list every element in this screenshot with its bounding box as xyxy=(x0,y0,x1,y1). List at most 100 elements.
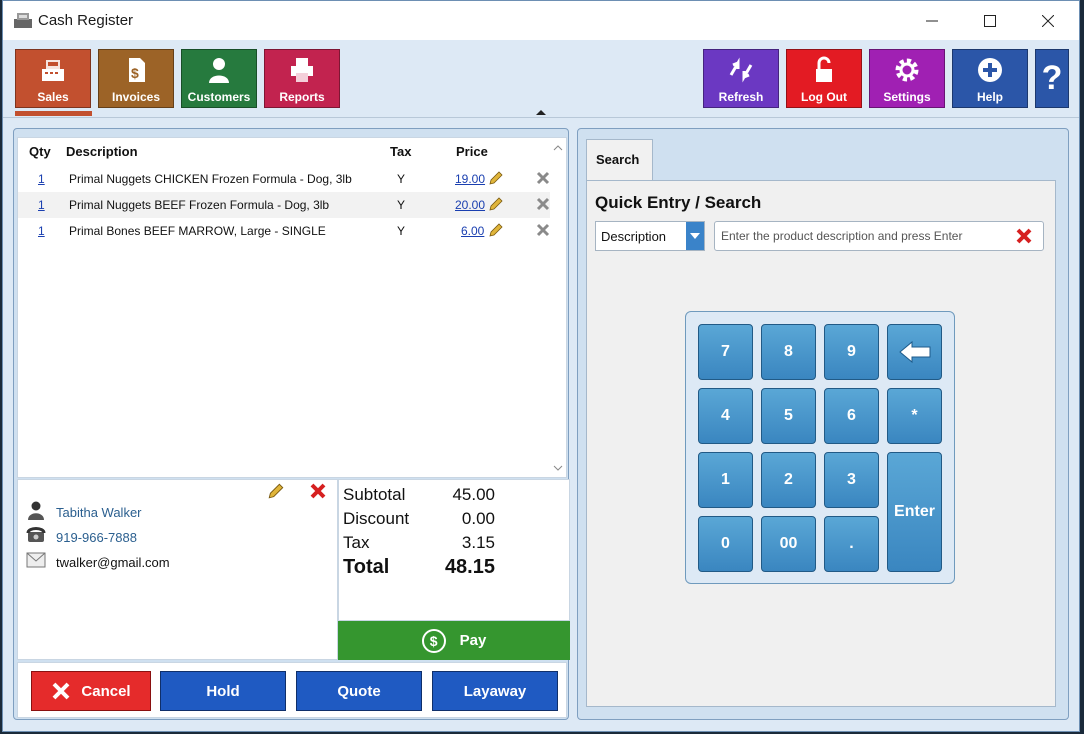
about-question-button[interactable]: ? xyxy=(1035,49,1069,108)
customer-phone[interactable]: 919-966-7888 xyxy=(56,530,137,545)
active-tab-indicator xyxy=(15,111,92,116)
edit-pencil-icon[interactable] xyxy=(488,222,504,238)
line-item-qty[interactable]: 1 xyxy=(38,198,45,212)
invoice-icon: $ xyxy=(129,58,145,82)
line-item-description: Primal Nuggets BEEF Frozen Formula - Dog… xyxy=(69,198,330,212)
backspace-key[interactable] xyxy=(887,324,942,380)
search-panel: Search Quick Entry / Search Description … xyxy=(577,128,1069,720)
refresh-label: Refresh xyxy=(718,90,764,104)
customers-button[interactable]: Customers xyxy=(181,49,257,108)
search-body: Quick Entry / Search Description 7 8 9 4 xyxy=(586,180,1056,707)
key-decimal[interactable]: . xyxy=(824,516,879,572)
price-header: Price xyxy=(456,144,488,159)
clear-search-icon[interactable] xyxy=(1015,227,1033,245)
key-9[interactable]: 9 xyxy=(824,324,879,380)
line-item-description: Primal Nuggets CHICKEN Frozen Formula - … xyxy=(69,172,352,186)
key-7[interactable]: 7 xyxy=(698,324,753,380)
customer-person-icon xyxy=(28,501,44,520)
close-button[interactable] xyxy=(1019,1,1077,40)
line-item-tax: Y xyxy=(397,172,406,186)
search-input-box[interactable] xyxy=(714,221,1044,251)
pay-label: Pay xyxy=(459,632,487,649)
hold-button[interactable]: Hold xyxy=(160,671,286,711)
search-mode-select[interactable]: Description xyxy=(595,221,705,251)
line-item-price[interactable]: 20.00 xyxy=(455,198,485,212)
chevron-down-icon[interactable] xyxy=(686,222,704,250)
items-scrollbar[interactable] xyxy=(552,142,564,474)
numeric-keypad: 7 8 9 4 5 6 * 1 2 3 Enter 0 00 . xyxy=(685,311,955,584)
refresh-button[interactable]: Refresh xyxy=(703,49,779,108)
line-items-list: Qty Description Tax Price 1 Primal Nugge… xyxy=(17,137,567,478)
help-button[interactable]: Help xyxy=(952,49,1028,108)
sales-label: Sales xyxy=(37,90,69,104)
key-0[interactable]: 0 xyxy=(698,516,753,572)
line-item-row[interactable]: 1 Primal Bones BEEF MARROW, Large - SING… xyxy=(18,218,550,244)
search-input[interactable] xyxy=(719,225,999,247)
phone-icon xyxy=(26,527,46,542)
line-item-row[interactable]: 1 Primal Nuggets CHICKEN Frozen Formula … xyxy=(18,166,550,192)
customer-info-panel: Tabitha Walker 919-966-7888 twalker@gmai… xyxy=(17,479,338,660)
printer-icon xyxy=(291,58,313,82)
log-out-button[interactable]: Log Out xyxy=(786,49,862,108)
action-buttons: Cancel Hold Quote Layaway xyxy=(17,662,567,718)
maximize-icon xyxy=(984,14,996,27)
remove-item-icon[interactable] xyxy=(536,223,550,237)
minimize-icon xyxy=(926,20,938,21)
remove-item-icon[interactable] xyxy=(536,197,550,211)
title-bar: Cash Register xyxy=(3,1,1079,40)
tax-value: 3.15 xyxy=(461,533,495,552)
key-5[interactable]: 5 xyxy=(761,388,816,444)
line-item-price[interactable]: 6.00 xyxy=(461,224,484,238)
tab-search[interactable]: Search xyxy=(586,139,653,181)
remove-item-icon[interactable] xyxy=(536,171,550,185)
total-value: 48.15 xyxy=(444,556,495,578)
cancel-label: Cancel xyxy=(81,682,131,700)
totals-panel: Subtotal 45.00 Discount 0.00 Tax 3.15 To… xyxy=(338,479,570,621)
invoices-button[interactable]: $ Invoices xyxy=(98,49,174,108)
key-3[interactable]: 3 xyxy=(824,452,879,508)
pay-button[interactable]: $ Pay xyxy=(338,621,570,660)
collapse-caret-icon[interactable] xyxy=(536,110,546,115)
key-4[interactable]: 4 xyxy=(698,388,753,444)
refresh-icon xyxy=(729,57,753,83)
maximize-button[interactable] xyxy=(961,1,1019,40)
reports-label: Reports xyxy=(279,90,325,104)
minimize-button[interactable] xyxy=(903,1,961,40)
edit-pencil-icon[interactable] xyxy=(488,196,504,212)
key-1[interactable]: 1 xyxy=(698,452,753,508)
subtotal-value: 45.00 xyxy=(452,485,495,504)
plus-circle-icon xyxy=(978,58,1002,82)
key-asterisk[interactable]: * xyxy=(887,388,942,444)
scroll-down-icon[interactable] xyxy=(552,462,564,474)
key-6[interactable]: 6 xyxy=(824,388,879,444)
tax-label: Tax xyxy=(343,533,370,552)
scroll-up-icon[interactable] xyxy=(552,142,564,154)
line-item-tax: Y xyxy=(397,198,406,212)
customer-name[interactable]: Tabitha Walker xyxy=(56,505,142,520)
backspace-arrow-icon xyxy=(898,340,930,364)
edit-pencil-icon[interactable] xyxy=(488,170,504,186)
reports-button[interactable]: Reports xyxy=(264,49,340,108)
line-item-qty[interactable]: 1 xyxy=(38,172,45,186)
layaway-button[interactable]: Layaway xyxy=(432,671,558,711)
settings-button[interactable]: Settings xyxy=(869,49,945,108)
key-2[interactable]: 2 xyxy=(761,452,816,508)
remove-customer-icon[interactable] xyxy=(309,482,327,500)
line-item-tax: Y xyxy=(397,224,406,238)
subtotal-label: Subtotal xyxy=(343,485,406,504)
quick-entry-title: Quick Entry / Search xyxy=(595,193,762,212)
sales-button[interactable]: Sales xyxy=(15,49,91,108)
cash-register-app-icon xyxy=(14,13,32,28)
lock-icon xyxy=(816,56,832,82)
line-item-row[interactable]: 1 Primal Nuggets BEEF Frozen Formula - D… xyxy=(18,192,550,218)
email-icon xyxy=(26,552,46,568)
edit-customer-pencil-icon[interactable] xyxy=(267,482,285,500)
line-item-qty[interactable]: 1 xyxy=(38,224,45,238)
quote-button[interactable]: Quote xyxy=(296,671,422,711)
line-item-price[interactable]: 19.00 xyxy=(455,172,485,186)
enter-key[interactable]: Enter xyxy=(887,452,942,572)
key-00[interactable]: 00 xyxy=(761,516,816,572)
tax-header: Tax xyxy=(390,144,412,159)
cancel-button[interactable]: Cancel xyxy=(31,671,151,711)
key-8[interactable]: 8 xyxy=(761,324,816,380)
